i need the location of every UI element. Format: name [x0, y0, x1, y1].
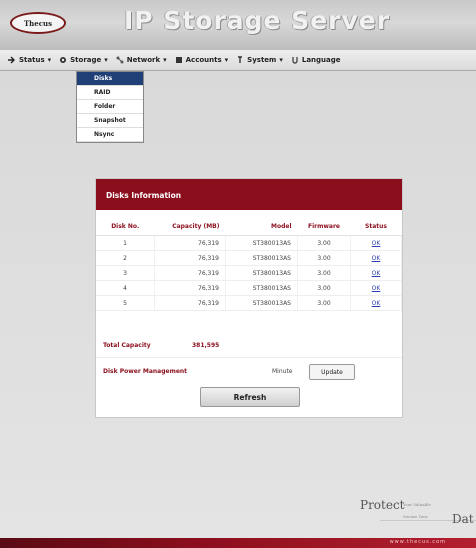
panel-title: Disks Information [106, 191, 182, 200]
menu-item-folder[interactable]: Folder [77, 100, 143, 114]
cell-disk: 4 [96, 280, 155, 296]
nav-accounts-label: Accounts [185, 56, 222, 64]
nav-status[interactable]: Status ▾ [8, 56, 51, 64]
status-link[interactable]: OK [372, 270, 381, 277]
cell-capacity: 76,319 [154, 280, 226, 296]
nav-accounts[interactable]: Accounts ▾ [175, 56, 229, 64]
table-row: 5 76,319 ST380013AS 3.00 OK [96, 295, 402, 311]
cell-disk: 5 [96, 295, 155, 311]
disk-power-label: Disk Power Management [103, 368, 188, 375]
table-row: 2 76,319 ST380013AS 3.00 OK [96, 250, 402, 266]
chevron-down-icon: ▾ [104, 56, 108, 64]
col-disk-no: Disk No. [96, 217, 155, 236]
main-nav: Status ▾ Storage ▾ Network ▾ Accounts ▾ … [0, 50, 476, 71]
chevron-down-icon: ▾ [224, 56, 229, 64]
app-title: IP Storage Server [124, 6, 391, 35]
language-icon [292, 57, 298, 64]
cell-capacity: 76,319 [154, 235, 226, 251]
table-row: 3 76,319 ST380013AS 3.00 OK [96, 265, 402, 281]
disks-information-panel: Disks Information Disk No. Capacity (MB)… [95, 178, 403, 418]
table-row: 4 76,319 ST380013AS 3.00 OK [96, 280, 402, 296]
system-icon [238, 56, 243, 63]
table-header-row: Disk No. Capacity (MB) Model Firmware St… [96, 217, 402, 236]
chevron-down-icon: ▾ [47, 56, 52, 64]
cell-firmware: 3.00 [297, 280, 351, 296]
app-header: Thecus IP Storage Server [0, 0, 476, 50]
nav-system-label: System [247, 56, 277, 64]
power-minute-select[interactable]: Minute [272, 368, 293, 375]
brand-logo: Thecus [10, 12, 66, 34]
update-button[interactable]: Update [309, 364, 355, 380]
nav-system[interactable]: System ▾ [236, 56, 283, 64]
col-model: Model [225, 217, 298, 236]
panel-header: Disks Information [96, 179, 402, 210]
arrow-icon [8, 56, 15, 64]
status-link[interactable]: OK [372, 285, 381, 292]
nav-storage[interactable]: Storage ▾ [59, 56, 108, 64]
network-icon [116, 56, 124, 64]
col-firmware: Firmware [297, 217, 351, 236]
nav-storage-label: Storage [70, 56, 102, 64]
cell-model: ST380013AS [225, 250, 298, 266]
nav-network-label: Network [126, 56, 161, 64]
cell-capacity: 76,319 [154, 250, 226, 266]
chevron-down-icon: ▾ [279, 56, 283, 64]
col-status: Status [350, 217, 402, 236]
cell-firmware: 3.00 [297, 250, 351, 266]
tagline-small-2: Secure Your [403, 514, 428, 519]
total-capacity-row: Total Capacity 381,595 [96, 333, 402, 358]
status-link[interactable]: OK [372, 255, 381, 262]
cell-firmware: 3.00 [297, 235, 351, 251]
nav-status-label: Status [19, 56, 45, 64]
cell-model: ST380013AS [225, 280, 298, 296]
nav-language[interactable]: Language [291, 56, 341, 64]
cell-disk: 3 [96, 265, 155, 281]
col-capacity: Capacity (MB) [154, 217, 226, 236]
nav-network[interactable]: Network ▾ [116, 56, 167, 64]
cell-firmware: 3.00 [297, 295, 351, 311]
table-row: 1 76,319 ST380013AS 3.00 OK [96, 235, 402, 251]
refresh-button[interactable]: Refresh [200, 387, 300, 407]
brand-tagline: Protect Your Valuable Secure Your Dat [360, 498, 476, 538]
cell-firmware: 3.00 [297, 265, 351, 281]
accounts-icon [175, 57, 182, 63]
tagline-small-1: Your Valuable [403, 502, 431, 507]
menu-item-snapshot[interactable]: Snapshot [77, 114, 143, 128]
menu-item-nsync[interactable]: Nsync [77, 128, 143, 142]
status-link[interactable]: OK [372, 240, 381, 247]
cell-capacity: 76,319 [154, 295, 226, 311]
footer-bar: www.thecus.com [0, 538, 476, 548]
logo-text: Thecus [23, 18, 53, 28]
cell-model: ST380013AS [225, 265, 298, 281]
tagline-data: Dat [452, 512, 474, 526]
cell-capacity: 76,319 [154, 265, 226, 281]
total-capacity-value: 381,595 [192, 342, 220, 349]
total-capacity-label: Total Capacity [103, 342, 151, 349]
menu-item-raid[interactable]: RAID [77, 86, 143, 100]
nav-language-label: Language [301, 56, 341, 64]
footer-url[interactable]: www.thecus.com [390, 539, 446, 545]
status-link[interactable]: OK [372, 300, 381, 307]
tagline-protect: Protect [360, 498, 405, 512]
gear-icon [60, 57, 67, 63]
cell-model: ST380013AS [225, 235, 298, 251]
cell-disk: 2 [96, 250, 155, 266]
disk-power-row: Disk Power Management Minute Update [96, 359, 402, 383]
cell-model: ST380013AS [225, 295, 298, 311]
storage-dropdown-menu: Disks RAID Folder Snapshot Nsync [76, 71, 144, 143]
menu-item-disks[interactable]: Disks [77, 72, 143, 86]
disks-table: Disk No. Capacity (MB) Model Firmware St… [96, 217, 402, 311]
chevron-down-icon: ▾ [163, 56, 167, 64]
cell-disk: 1 [96, 235, 155, 251]
